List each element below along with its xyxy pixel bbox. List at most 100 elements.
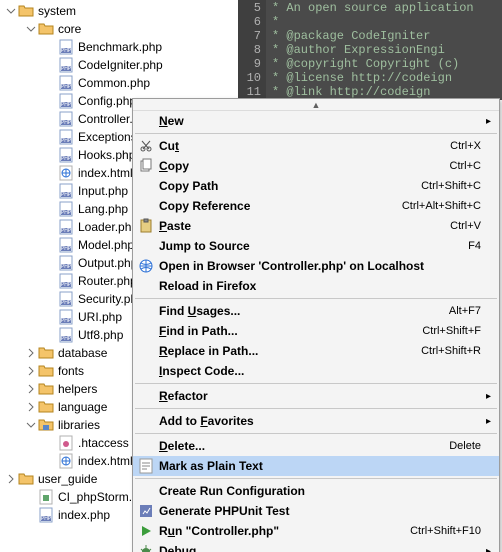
- code-line: * @copyright Copyright (c): [272, 57, 502, 71]
- editor-code[interactable]: * An open source application * * @packag…: [266, 0, 502, 100]
- svg-text:PHP: PHP: [61, 84, 72, 90]
- menu-item[interactable]: Inspect Code...: [133, 361, 499, 381]
- copy-icon: [137, 157, 155, 175]
- php-file-icon: PHP: [58, 327, 74, 343]
- tree-row[interactable]: core: [0, 20, 280, 38]
- menu-item-label: Find in Path...: [159, 324, 414, 338]
- menu-item[interactable]: Create Run Configuration: [133, 481, 499, 501]
- svg-text:PHP: PHP: [61, 246, 72, 252]
- menu-item-label: Paste: [159, 219, 442, 233]
- context-menu[interactable]: ▲ New ▸ CutCtrl+XCopyCtrl+CCopy PathCtrl+S…: [132, 98, 500, 552]
- tree-row[interactable]: PHP Benchmark.php: [0, 38, 280, 56]
- menu-item[interactable]: Replace in Path... Ctrl+Shift+R: [133, 341, 499, 361]
- menu-item-shortcut: Ctrl+X: [450, 140, 481, 152]
- menu-item[interactable]: Open in Browser 'Controller.php' on Loca…: [133, 256, 499, 276]
- menu-item[interactable]: Jump to SourceF4: [133, 236, 499, 256]
- menu-item[interactable]: Add to Favorites▸: [133, 411, 499, 431]
- chevron-right-icon[interactable]: [24, 362, 38, 380]
- menu-item-label: Mark as Plain Text: [159, 459, 473, 473]
- php-file-icon: PHP: [58, 183, 74, 199]
- php-file-icon: PHP: [58, 237, 74, 253]
- tree-label: Router.php: [78, 274, 137, 288]
- folder-lib-icon: [38, 417, 54, 433]
- tree-spacer: [44, 182, 58, 200]
- menu-item-shortcut: Ctrl+Shift+R: [421, 345, 481, 357]
- tree-label: Lang.php: [78, 202, 128, 216]
- menu-item[interactable]: Debug▸: [133, 541, 499, 552]
- chevron-down-icon[interactable]: [24, 20, 38, 38]
- tree-label: CodeIgniter.php: [78, 58, 163, 72]
- tree-label: Hooks.php: [78, 148, 135, 162]
- tree-label: system: [38, 4, 76, 18]
- tree-spacer: [44, 128, 58, 146]
- menu-icon-empty: [137, 302, 155, 320]
- menu-item[interactable]: New ▸: [133, 111, 499, 131]
- menu-icon-empty: [137, 482, 155, 500]
- menu-item[interactable]: PasteCtrl+V: [133, 216, 499, 236]
- svg-text:PHP: PHP: [61, 300, 72, 306]
- tree-spacer: [44, 326, 58, 344]
- chevron-right-icon[interactable]: [24, 380, 38, 398]
- chevron-down-icon[interactable]: [24, 416, 38, 434]
- menu-item-label: Replace in Path...: [159, 344, 413, 358]
- menu-item[interactable]: Refactor▸: [133, 386, 499, 406]
- chevron-right-icon[interactable]: [24, 398, 38, 416]
- menu-item[interactable]: CutCtrl+X: [133, 136, 499, 156]
- tree-spacer: [44, 200, 58, 218]
- tree-label: helpers: [58, 382, 97, 396]
- menu-item[interactable]: Generate PHPUnit Test: [133, 501, 499, 521]
- tree-label: URI.php: [78, 310, 122, 324]
- menu-icon-empty: [137, 437, 155, 455]
- menu-separator: [135, 298, 497, 299]
- menu-item[interactable]: Find Usages... Alt+F7: [133, 301, 499, 321]
- tree-spacer: [44, 92, 58, 110]
- menu-separator: [135, 133, 497, 134]
- tree-label: Utf8.php: [78, 328, 123, 342]
- menu-item[interactable]: Delete...Delete: [133, 436, 499, 456]
- tree-spacer: [44, 164, 58, 182]
- menu-item-label: Find Usages...: [159, 304, 441, 318]
- menu-item-label: New: [159, 114, 473, 128]
- phpunit-icon: [137, 502, 155, 520]
- menu-item[interactable]: Mark as Plain Text: [133, 456, 499, 476]
- menu-separator: [135, 383, 497, 384]
- tree-row[interactable]: PHPCommon.php: [0, 74, 280, 92]
- tree-label: Output.php: [78, 256, 137, 270]
- menu-icon-empty: [137, 387, 155, 405]
- tree-label: Benchmark.php: [78, 40, 162, 54]
- folder-icon: [38, 381, 54, 397]
- menu-item[interactable]: Run "Controller.php"Ctrl+Shift+F10: [133, 521, 499, 541]
- php-file-icon: PHP: [58, 111, 74, 127]
- tree-row[interactable]: system: [0, 2, 280, 20]
- svg-text:PHP: PHP: [61, 264, 72, 270]
- menu-item[interactable]: Copy ReferenceCtrl+Alt+Shift+C: [133, 196, 499, 216]
- menu-scroll-up[interactable]: ▲: [133, 99, 499, 111]
- menu-item[interactable]: Find in Path... Ctrl+Shift+F: [133, 321, 499, 341]
- tree-spacer: [44, 38, 58, 56]
- menu-item[interactable]: CopyCtrl+C: [133, 156, 499, 176]
- menu-item-label: Reload in Firefox: [159, 279, 473, 293]
- svg-text:PHP: PHP: [61, 336, 72, 342]
- submenu-arrow-icon: ▸: [481, 116, 491, 127]
- menu-icon-empty: [137, 112, 155, 130]
- menu-item-label: Refactor: [159, 389, 473, 403]
- chevron-down-icon[interactable]: [4, 2, 18, 20]
- chevron-right-icon[interactable]: [24, 344, 38, 362]
- code-line: * @license http://codeign: [272, 71, 502, 85]
- submenu-arrow-icon: ▸: [481, 546, 491, 552]
- menu-item-shortcut: Ctrl+Shift+F: [422, 325, 481, 337]
- svg-text:PHP: PHP: [61, 48, 72, 54]
- code-line: *: [272, 15, 502, 29]
- code-line: * An open source application: [272, 1, 502, 15]
- tree-row[interactable]: PHPCodeIgniter.php: [0, 56, 280, 74]
- folder-icon: [38, 399, 54, 415]
- chevron-right-icon[interactable]: [4, 470, 18, 488]
- menu-icon-empty: [137, 342, 155, 360]
- menu-item-shortcut: Alt+F7: [449, 305, 481, 317]
- menu-item[interactable]: Copy PathCtrl+Shift+C: [133, 176, 499, 196]
- folder-icon: [38, 345, 54, 361]
- php-file-icon: PHP: [58, 75, 74, 91]
- menu-item-shortcut: Ctrl+Shift+F10: [410, 525, 481, 537]
- menu-item[interactable]: Reload in Firefox: [133, 276, 499, 296]
- menu-separator: [135, 408, 497, 409]
